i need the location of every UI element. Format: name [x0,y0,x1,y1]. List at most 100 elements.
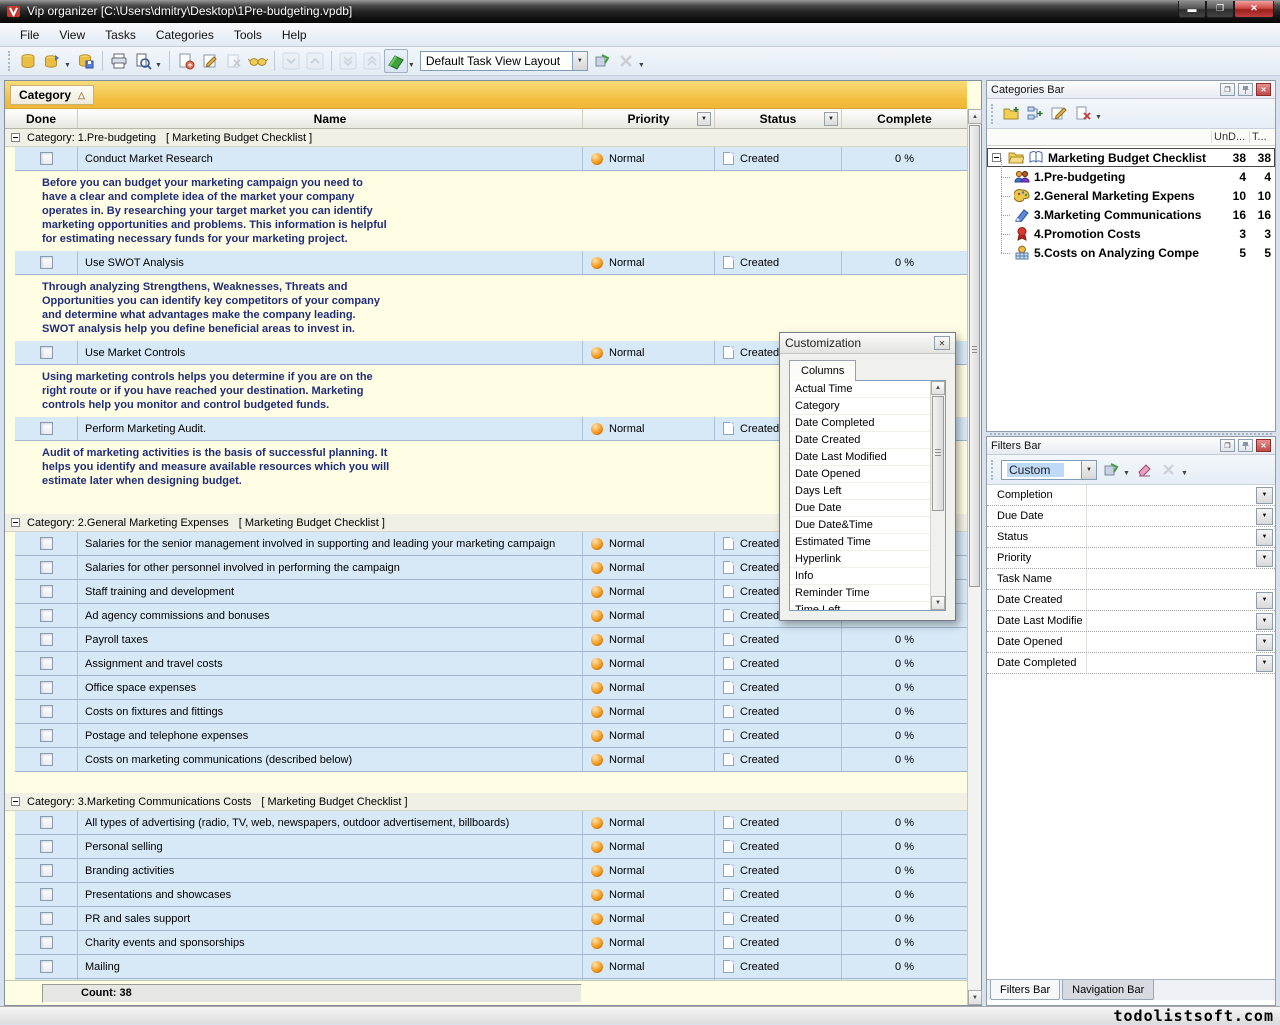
complete-cell[interactable]: 0 % [842,883,967,907]
restore-button[interactable]: ❐ [1206,1,1234,18]
complete-cell[interactable]: 0 % [842,907,967,931]
priority-cell[interactable]: Normal [583,883,715,907]
status-cell[interactable]: Created [715,748,842,772]
task-checkbox[interactable] [40,346,53,359]
task-name-cell[interactable]: Postage and telephone expenses [78,724,583,748]
column-list-item[interactable]: Estimated Time [790,534,930,551]
complete-cell[interactable]: 0 % [842,835,967,859]
task-name-cell[interactable]: Staff training and development [78,580,583,604]
edit-category-icon[interactable] [1047,102,1071,126]
task-name-cell[interactable]: Salaries for the senior management invol… [78,532,583,556]
task-name-cell[interactable]: Charity events and sponsorships [78,931,583,955]
status-cell[interactable]: Created [715,724,842,748]
priority-cell[interactable]: Normal [583,556,715,580]
glasses-icon[interactable] [246,49,270,73]
task-row[interactable]: Payroll taxes Normal Created 0 % [5,628,967,652]
filter-preset-combobox[interactable]: Custom ▼ [1001,460,1097,480]
status-cell[interactable]: Created [715,931,842,955]
task-name-cell[interactable]: Assignment and travel costs [78,652,583,676]
save-layout-icon[interactable] [590,49,614,73]
filter-dropdown-icon[interactable]: ▼ [1256,655,1273,672]
delete-task-icon[interactable] [222,49,246,73]
scrollbar-thumb[interactable] [969,125,980,587]
status-cell[interactable]: Created [715,676,842,700]
sidebar-tab[interactable]: Filters Bar [990,980,1060,1000]
priority-cell[interactable]: Normal [583,604,715,628]
column-list-item[interactable]: Category [790,398,930,415]
complete-cell[interactable]: 0 % [842,628,967,652]
task-name-cell[interactable]: Mailing [78,955,583,979]
columns-list-scrollbar[interactable]: ▲ ▼ [930,381,945,610]
task-name-cell[interactable]: Payroll taxes [78,628,583,652]
complete-cell[interactable]: 0 % [842,676,967,700]
close-button[interactable]: ✕ [1234,1,1274,18]
new-category-icon[interactable] [999,102,1023,126]
menu-item[interactable]: File [10,25,49,45]
complete-cell[interactable]: 0 % [842,251,967,275]
priority-cell[interactable]: Normal [583,628,715,652]
column-list-item[interactable]: Hyperlink [790,551,930,568]
task-name-cell[interactable]: PR and sales support [78,907,583,931]
filter-row[interactable]: Date Completed ▼ [987,653,1275,674]
scroll-down-icon[interactable]: ▼ [931,596,945,610]
panel-restore-icon[interactable]: ❐ [1220,439,1235,452]
column-list-item[interactable]: Date Last Modified [790,449,930,466]
task-row[interactable]: Assignment and travel costs Normal Creat… [5,652,967,676]
priority-cell[interactable]: Normal [583,580,715,604]
priority-cell[interactable]: Normal [583,811,715,835]
task-checkbox[interactable] [40,936,53,949]
task-row[interactable]: Costs on fixtures and fittings Normal Cr… [5,700,967,724]
menu-item[interactable]: Help [272,25,317,45]
new-database-icon[interactable] [16,49,40,73]
task-checkbox[interactable] [40,657,53,670]
task-name-cell[interactable]: Costs on marketing communications (descr… [78,748,583,772]
task-checkbox[interactable] [40,422,53,435]
filter-dropdown-icon[interactable]: ▼ [1256,592,1273,609]
priority-cell[interactable]: Normal [583,147,715,171]
filter-row[interactable]: Priority ▼ [987,548,1275,569]
move-bottom-icon[interactable] [336,49,360,73]
complete-cell[interactable]: 0 % [842,147,967,171]
priority-filter-icon[interactable]: ▼ [697,112,711,126]
task-row[interactable]: Postage and telephone expenses Normal Cr… [5,724,967,748]
priority-cell[interactable]: Normal [583,251,715,275]
tree-collapse-icon[interactable] [992,153,1001,162]
categories-toolbar-overflow-icon[interactable]: ▼ [1095,114,1102,121]
filters-toolbar-overflow-icon[interactable]: ▼ [1181,470,1188,477]
status-cell[interactable]: Created [715,907,842,931]
filter-dropdown-icon[interactable]: ▼ [1256,634,1273,651]
priority-cell[interactable]: Normal [583,676,715,700]
task-checkbox[interactable] [40,585,53,598]
priority-cell[interactable]: Normal [583,341,715,365]
task-name-cell[interactable]: Costs on fixtures and fittings [78,700,583,724]
minimize-button[interactable]: ▬ [1178,1,1206,18]
layout-combobox[interactable]: Default Task View Layout ▼ [420,51,588,71]
filter-dropdown-icon[interactable]: ▼ [1256,550,1273,567]
priority-cell[interactable]: Normal [583,724,715,748]
panel-restore-icon[interactable]: ❐ [1220,83,1235,96]
print-dropdown-icon[interactable]: ▼ [155,62,162,69]
column-header-status[interactable]: Status ▼ [715,109,842,128]
filter-preset-arrow-icon[interactable]: ▼ [1081,461,1096,479]
customization-dialog-titlebar[interactable]: Customization ✕ [780,333,955,354]
column-list-item[interactable]: Date Opened [790,466,930,483]
status-cell[interactable]: Created [715,811,842,835]
open-dropdown-icon[interactable]: ▼ [64,62,71,69]
complete-cell[interactable]: 0 % [842,859,967,883]
priority-cell[interactable]: Normal [583,835,715,859]
complete-cell[interactable]: 0 % [842,955,967,979]
open-database-icon[interactable] [40,49,64,73]
task-name-cell[interactable]: Use Market Controls [78,341,583,365]
column-list-item[interactable]: Days Left [790,483,930,500]
priority-cell[interactable]: Normal [583,532,715,556]
task-checkbox[interactable] [40,864,53,877]
filter-dropdown-icon[interactable]: ▼ [1256,529,1273,546]
task-name-cell[interactable]: Presentations and showcases [78,883,583,907]
category-group-row[interactable]: Category: 1.Pre-budgeting [ Marketing Bu… [5,129,967,147]
column-list-item[interactable]: Reminder Time [790,585,930,602]
filter-row[interactable]: Date Created ▼ [987,590,1275,611]
group-by-category-chip[interactable]: Category △ [10,85,94,105]
column-header-priority[interactable]: Priority ▼ [583,109,715,128]
filter-row[interactable]: Date Last Modifie ▼ [987,611,1275,632]
task-name-cell[interactable]: All types of advertising (radio, TV, web… [78,811,583,835]
